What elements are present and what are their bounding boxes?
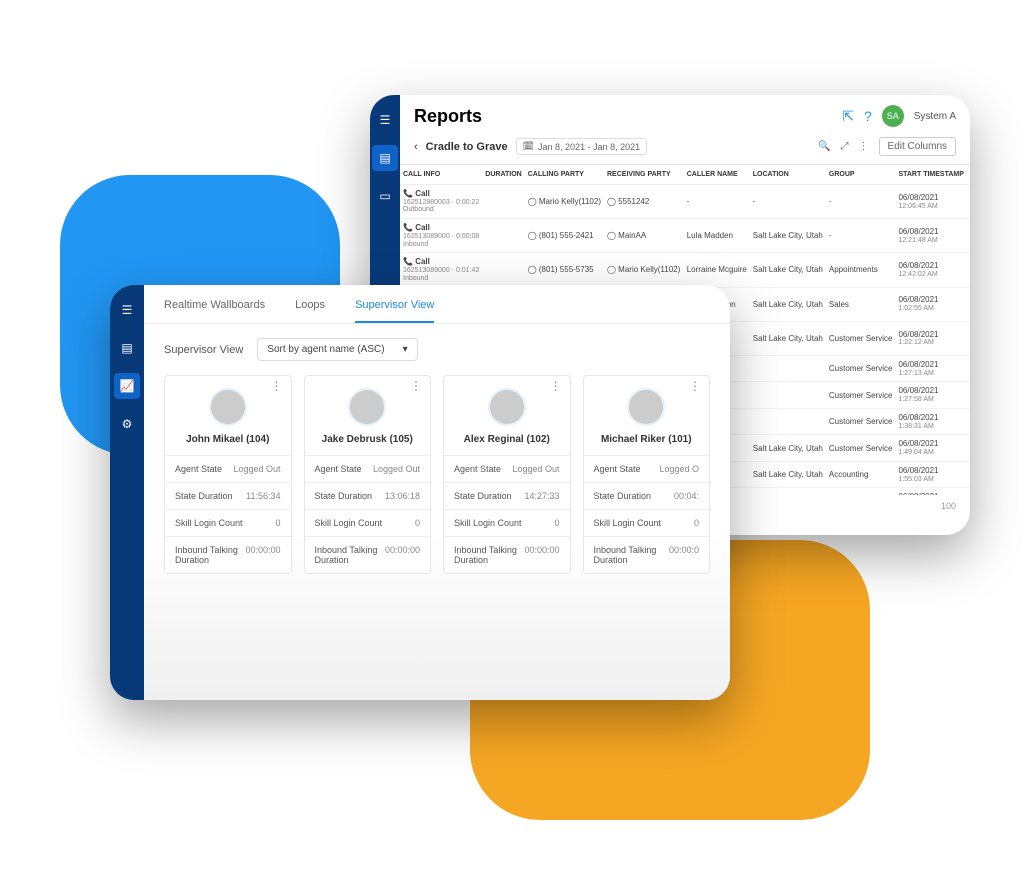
agent-card: ⋮ Michael Riker (101) Agent StateLogged … [583, 375, 711, 574]
user-avatar[interactable]: SA [882, 105, 904, 127]
date-range-picker[interactable]: 🗓 Jan 8, 2021 - Jan 8, 2021 [516, 138, 648, 155]
card-menu-icon[interactable]: ⋮ [271, 384, 283, 388]
search-icon[interactable]: 🔍 [818, 141, 830, 152]
agent-name: Alex Reginal (102) [464, 434, 550, 445]
analytics-icon[interactable]: 📈 [114, 373, 140, 399]
filter-label: Supervisor View [164, 344, 243, 356]
agent-avatar [488, 388, 526, 426]
supervisor-tabs: Realtime Wallboards Loops Supervisor View [144, 285, 730, 324]
table-row[interactable]: 📞 Call162513089000 · 0:01:42Inbound◯ (80… [400, 253, 970, 287]
help-icon[interactable]: ? [864, 108, 872, 124]
edit-columns-button[interactable]: Edit Columns [879, 137, 956, 156]
menu-icon[interactable]: ☰ [114, 297, 140, 323]
open-external-icon[interactable]: ⇱ [842, 108, 854, 125]
gear-icon[interactable]: ⚙ [114, 411, 140, 437]
column-header[interactable]: START TIMESTAMP [895, 165, 966, 185]
column-header[interactable]: LOCATION [750, 165, 826, 185]
agent-avatar [348, 388, 386, 426]
column-header[interactable]: CALLER NAME [684, 165, 750, 185]
supervisor-sidebar: ☰ ▤ 📈 ⚙ [110, 285, 144, 700]
supervisor-window: ☰ ▤ 📈 ⚙ Realtime Wallboards Loops Supervis… [110, 285, 730, 700]
card-menu-icon[interactable]: ⋮ [410, 384, 422, 388]
more-icon[interactable]: ⋮ [859, 141, 869, 152]
user-label: System A [914, 111, 956, 122]
pager-count: 100 [941, 501, 956, 511]
breadcrumb: Cradle to Grave [426, 141, 508, 153]
table-row[interactable]: 📞 Call162512880003 · 0:00:22Outbound◯ Ma… [400, 185, 970, 219]
expand-icon[interactable]: ⤢ [841, 141, 849, 152]
chevron-down-icon: ▾ [403, 344, 408, 355]
chart-icon[interactable]: ▭ [372, 183, 398, 209]
calendar-icon: 🗓 [523, 141, 534, 152]
column-header[interactable]: DURATION [482, 165, 524, 185]
menu-icon[interactable]: ☰ [372, 107, 398, 133]
column-header[interactable]: GROUP [826, 165, 896, 185]
back-chevron-icon[interactable]: ‹ [414, 141, 418, 153]
tab-loops[interactable]: Loops [295, 299, 325, 323]
column-header[interactable]: CALLING PARTY [525, 165, 604, 185]
card-menu-icon[interactable]: ⋮ [689, 384, 701, 388]
tab-realtime-wallboards[interactable]: Realtime Wallboards [164, 299, 265, 323]
tab-supervisor-view[interactable]: Supervisor View [355, 299, 434, 323]
agent-card: ⋮ Alex Reginal (102) Agent StateLogged O… [443, 375, 571, 574]
page-title: Reports [414, 106, 482, 127]
document-icon[interactable]: ▤ [372, 145, 398, 171]
sort-select[interactable]: Sort by agent name (ASC) ▾ [257, 338, 417, 361]
agent-card: ⋮ Jake Debrusk (105) Agent StateLogged O… [304, 375, 432, 574]
table-row[interactable]: 📞 Call162513089000 · 0:00:08Inbound◯ (80… [400, 219, 970, 253]
column-header[interactable]: RECEIVING PARTY [604, 165, 684, 185]
column-header[interactable]: CALL INFO [400, 165, 482, 185]
agent-card: ⋮ John Mikael (104) Agent StateLogged Ou… [164, 375, 292, 574]
agent-name: Jake Debrusk (105) [322, 434, 413, 445]
column-header[interactable]: E TIME [967, 165, 970, 185]
agent-avatar [627, 388, 665, 426]
agent-avatar [209, 388, 247, 426]
card-menu-icon[interactable]: ⋮ [550, 384, 562, 388]
document-icon[interactable]: ▤ [114, 335, 140, 361]
agent-name: John Mikael (104) [186, 434, 269, 445]
agent-name: Michael Riker (101) [601, 434, 692, 445]
